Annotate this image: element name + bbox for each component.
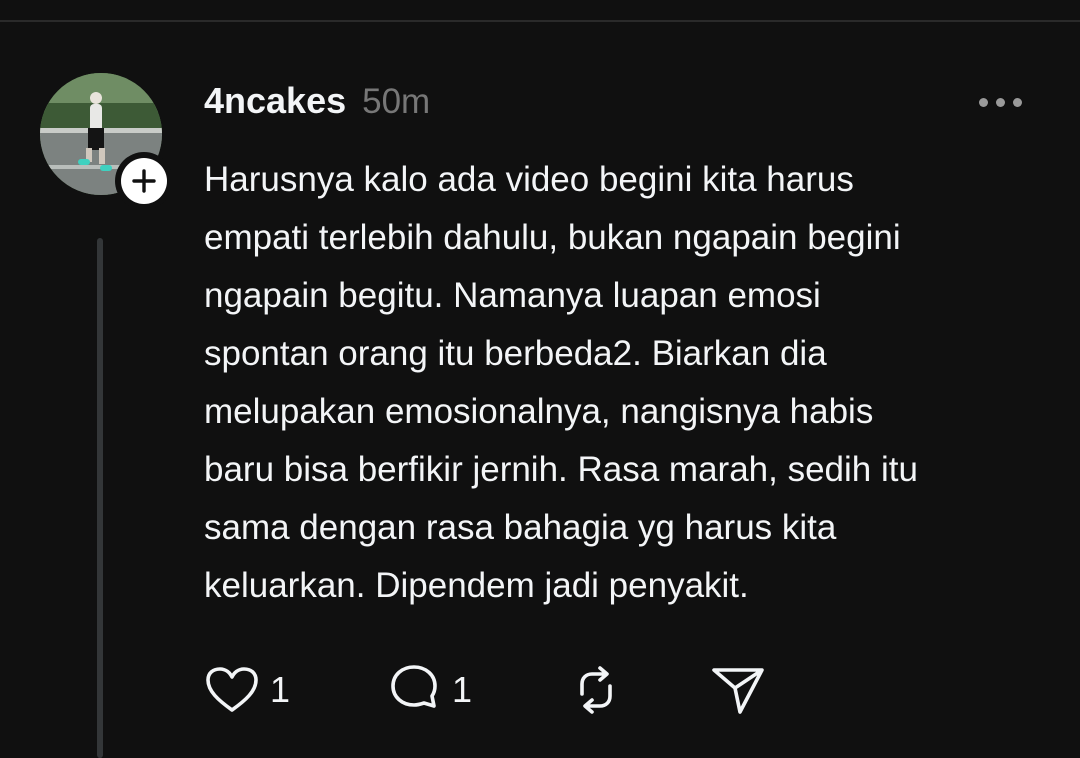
thread-line [97,238,103,758]
post-time: 50m [362,82,431,121]
more-icon-dot [1012,97,1022,107]
share-button[interactable] [708,660,768,720]
username[interactable]: 4ncakes [204,80,346,122]
more-options-button[interactable] [968,86,1032,118]
reply-count: 1 [452,669,473,710]
plus-icon [132,169,156,193]
repost-icon [580,666,612,714]
follow-button[interactable] [115,152,173,210]
comment-icon [391,665,437,708]
post-header: 4ncakes 50m [204,80,430,128]
top-divider [0,20,1080,22]
like-count: 1 [270,669,291,710]
send-icon [712,668,764,714]
more-icon-dot [995,97,1005,107]
heart-icon [206,667,258,712]
post-text: Harusnya kalo ada video begini kita haru… [204,160,918,605]
more-icon [978,97,988,107]
repost-button[interactable] [566,660,626,720]
reply-button[interactable]: 1 [386,660,472,720]
like-button[interactable]: 1 [204,660,290,720]
